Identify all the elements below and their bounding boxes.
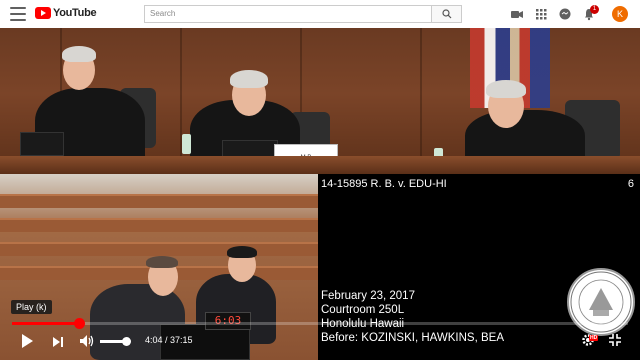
hamburger-menu-icon[interactable] [10,7,26,21]
account-avatar[interactable]: K [612,6,628,22]
volume-slider-handle[interactable] [122,337,131,346]
play-tooltip: Play (k) [11,300,52,314]
play-icon [22,334,33,348]
case-number: 14-15895 R. B. v. EDU-HI [321,178,447,190]
hd-badge: HD [589,335,599,341]
next-button[interactable] [52,335,64,353]
case-index: 6 [627,178,634,190]
skip-next-icon [53,337,63,347]
youtube-logo[interactable]: YouTube [35,7,97,19]
volume-icon [80,335,94,347]
video-progress-bar[interactable] [12,318,628,329]
play-button[interactable] [20,333,34,354]
video-judges-panel: M B [0,28,640,174]
notification-count-badge: 1 [590,5,599,14]
courtroom: Courtroom 250L [321,304,405,316]
exit-fullscreen-button[interactable] [608,333,622,352]
messages-icon[interactable] [558,7,572,21]
masthead: YouTube Search 1 K [0,0,640,28]
time-display: 4:04 / 37:15 [145,335,193,345]
apps-grid-icon[interactable] [534,7,548,21]
search-icon [441,9,451,19]
exit-fullscreen-icon [609,334,621,346]
judges-bench [0,156,640,174]
youtube-watch-page: YouTube Search 1 K 6:03 14-15895 R. B. v… [0,0,640,360]
youtube-play-logo-icon [35,7,51,19]
search-input[interactable]: Search [144,5,431,23]
hearing-date: February 23, 2017 [321,290,415,302]
player-controls: 4:04 / 37:15 [0,326,640,360]
search-button[interactable] [431,5,462,23]
video-player[interactable]: M B 6:03 14-15895 R. [0,28,640,360]
logo-text: YouTube [53,7,97,19]
mute-button[interactable] [79,334,95,353]
create-video-icon[interactable] [510,7,524,21]
progress-played [12,322,80,325]
